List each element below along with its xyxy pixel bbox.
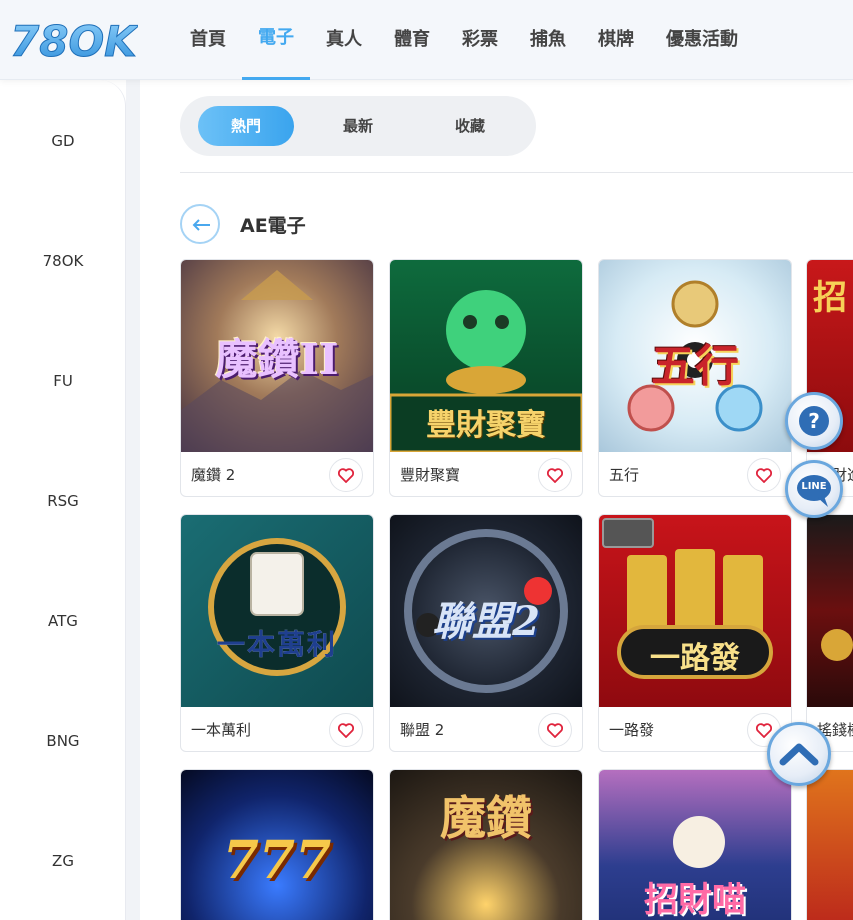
line-label: LINE xyxy=(801,481,827,492)
arrow-left-icon xyxy=(192,219,210,231)
logo[interactable]: 78OK xyxy=(8,16,139,65)
top-header: 78OK 首頁 電子 真人 體育 彩票 捕魚 棋牌 優惠活動 xyxy=(0,0,853,80)
nav-item-sports[interactable]: 體育 xyxy=(378,0,446,80)
chevron-up-icon xyxy=(779,743,819,766)
game-thumb-title: 豐財聚寶 xyxy=(426,408,546,443)
section-title: AE電子 xyxy=(240,215,306,237)
provider-sidebar: GD 78OK FU RSG ATG BNG ZG xyxy=(0,80,126,920)
game-thumb-title: 魔鑽II xyxy=(215,335,339,384)
game-thumb-title: 五行 xyxy=(651,341,739,392)
game-thumbnail: 一本萬利 xyxy=(181,515,373,707)
favorite-button[interactable] xyxy=(538,713,572,747)
sidebar-item-atg[interactable]: ATG xyxy=(0,612,126,630)
game-name: 聯盟 2 xyxy=(400,721,445,739)
question-icon: ? xyxy=(799,406,829,436)
nav-item-fishing[interactable]: 捕魚 xyxy=(514,0,582,80)
game-name: 豐財聚寶 xyxy=(400,466,461,484)
help-button[interactable]: ? xyxy=(785,392,843,450)
game-card[interactable]: 魔鑽II 魔鑽 2 xyxy=(180,259,374,497)
game-thumbnail: 聯盟2 xyxy=(390,515,582,707)
svg-text:?: ? xyxy=(808,409,820,433)
favorite-button[interactable] xyxy=(538,458,572,492)
game-thumb-title: 一本萬利 xyxy=(216,628,337,661)
game-card[interactable]: 搖錢樹 xyxy=(806,514,853,752)
tab-hot[interactable]: 熱門 xyxy=(198,106,294,146)
heart-icon xyxy=(756,468,772,483)
game-card[interactable]: 一路發 一路發 xyxy=(598,514,792,752)
game-thumb-title: 聯盟2 xyxy=(432,598,540,645)
tab-new[interactable]: 最新 xyxy=(310,106,406,146)
game-name: 魔鑽 2 xyxy=(191,466,236,484)
divider xyxy=(180,172,853,173)
game-name: 五行 xyxy=(609,466,640,484)
game-card[interactable]: 魔鑽 xyxy=(389,769,583,920)
game-name: 一路發 xyxy=(609,721,655,739)
sidebar-item-gd[interactable]: GD xyxy=(0,132,126,150)
back-button[interactable] xyxy=(180,204,220,244)
game-name: 一本萬利 xyxy=(191,721,252,739)
nav-item-lottery[interactable]: 彩票 xyxy=(446,0,514,80)
main-nav: 首頁 電子 真人 體育 彩票 捕魚 棋牌 優惠活動 xyxy=(174,0,754,80)
line-chat-button[interactable]: LINE xyxy=(785,460,843,518)
game-thumbnail: 777 xyxy=(181,770,373,920)
game-thumbnail: 魔鑽 xyxy=(390,770,582,920)
game-card[interactable]: 五行 五行 xyxy=(598,259,792,497)
nav-item-chess[interactable]: 棋牌 xyxy=(582,0,650,80)
heart-icon xyxy=(338,723,354,738)
game-thumbnail: 豐財聚寶 xyxy=(390,260,582,452)
game-card[interactable]: 聯盟2 聯盟 2 xyxy=(389,514,583,752)
game-thumbnail: 一路發 xyxy=(599,515,791,707)
sidebar-item-zg[interactable]: ZG xyxy=(0,852,126,870)
heart-icon xyxy=(547,723,563,738)
favorite-button[interactable] xyxy=(329,713,363,747)
game-card[interactable]: 一本萬利 一本萬利 xyxy=(180,514,374,752)
game-thumb-title: 魔鑽 xyxy=(440,791,532,845)
heart-icon xyxy=(547,468,563,483)
game-thumbnail: 五行 xyxy=(599,260,791,452)
game-card[interactable]: 777 xyxy=(180,769,374,920)
tab-favorites[interactable]: 收藏 xyxy=(422,106,518,146)
sidebar-item-bng[interactable]: BNG xyxy=(0,732,126,750)
sidebar-item-fu[interactable]: FU xyxy=(0,372,126,390)
logo-text: 78OK xyxy=(10,17,138,64)
game-card[interactable]: 豐財聚寶 豐財聚寶 xyxy=(389,259,583,497)
nav-item-live[interactable]: 真人 xyxy=(310,0,378,80)
scroll-top-button[interactable] xyxy=(767,722,831,786)
nav-item-promotions[interactable]: 優惠活動 xyxy=(650,0,754,80)
sidebar-item-rsg[interactable]: RSG xyxy=(0,492,126,510)
nav-item-home[interactable]: 首頁 xyxy=(174,0,242,80)
heart-icon xyxy=(338,468,354,483)
game-thumbnail xyxy=(807,770,853,920)
game-card[interactable]: 招財喵 xyxy=(598,769,792,920)
game-card[interactable] xyxy=(806,769,853,920)
nav-item-slots[interactable]: 電子 xyxy=(242,0,310,80)
favorite-button[interactable] xyxy=(747,458,781,492)
game-thumbnail: 招財喵 xyxy=(599,770,791,920)
game-thumbnail: 魔鑽II xyxy=(181,260,373,452)
sidebar-item-78ok[interactable]: 78OK xyxy=(0,252,126,270)
game-thumb-title: 一路發 xyxy=(650,641,740,676)
game-thumb-title: 招 xyxy=(813,278,847,318)
filter-tabs: 熱門 最新 收藏 xyxy=(180,96,536,156)
game-thumb-title: 招財喵 xyxy=(644,880,746,920)
favorite-button[interactable] xyxy=(329,458,363,492)
game-thumb-title: 777 xyxy=(222,830,332,891)
sidebar-divider xyxy=(126,80,140,920)
game-thumbnail xyxy=(807,515,853,707)
